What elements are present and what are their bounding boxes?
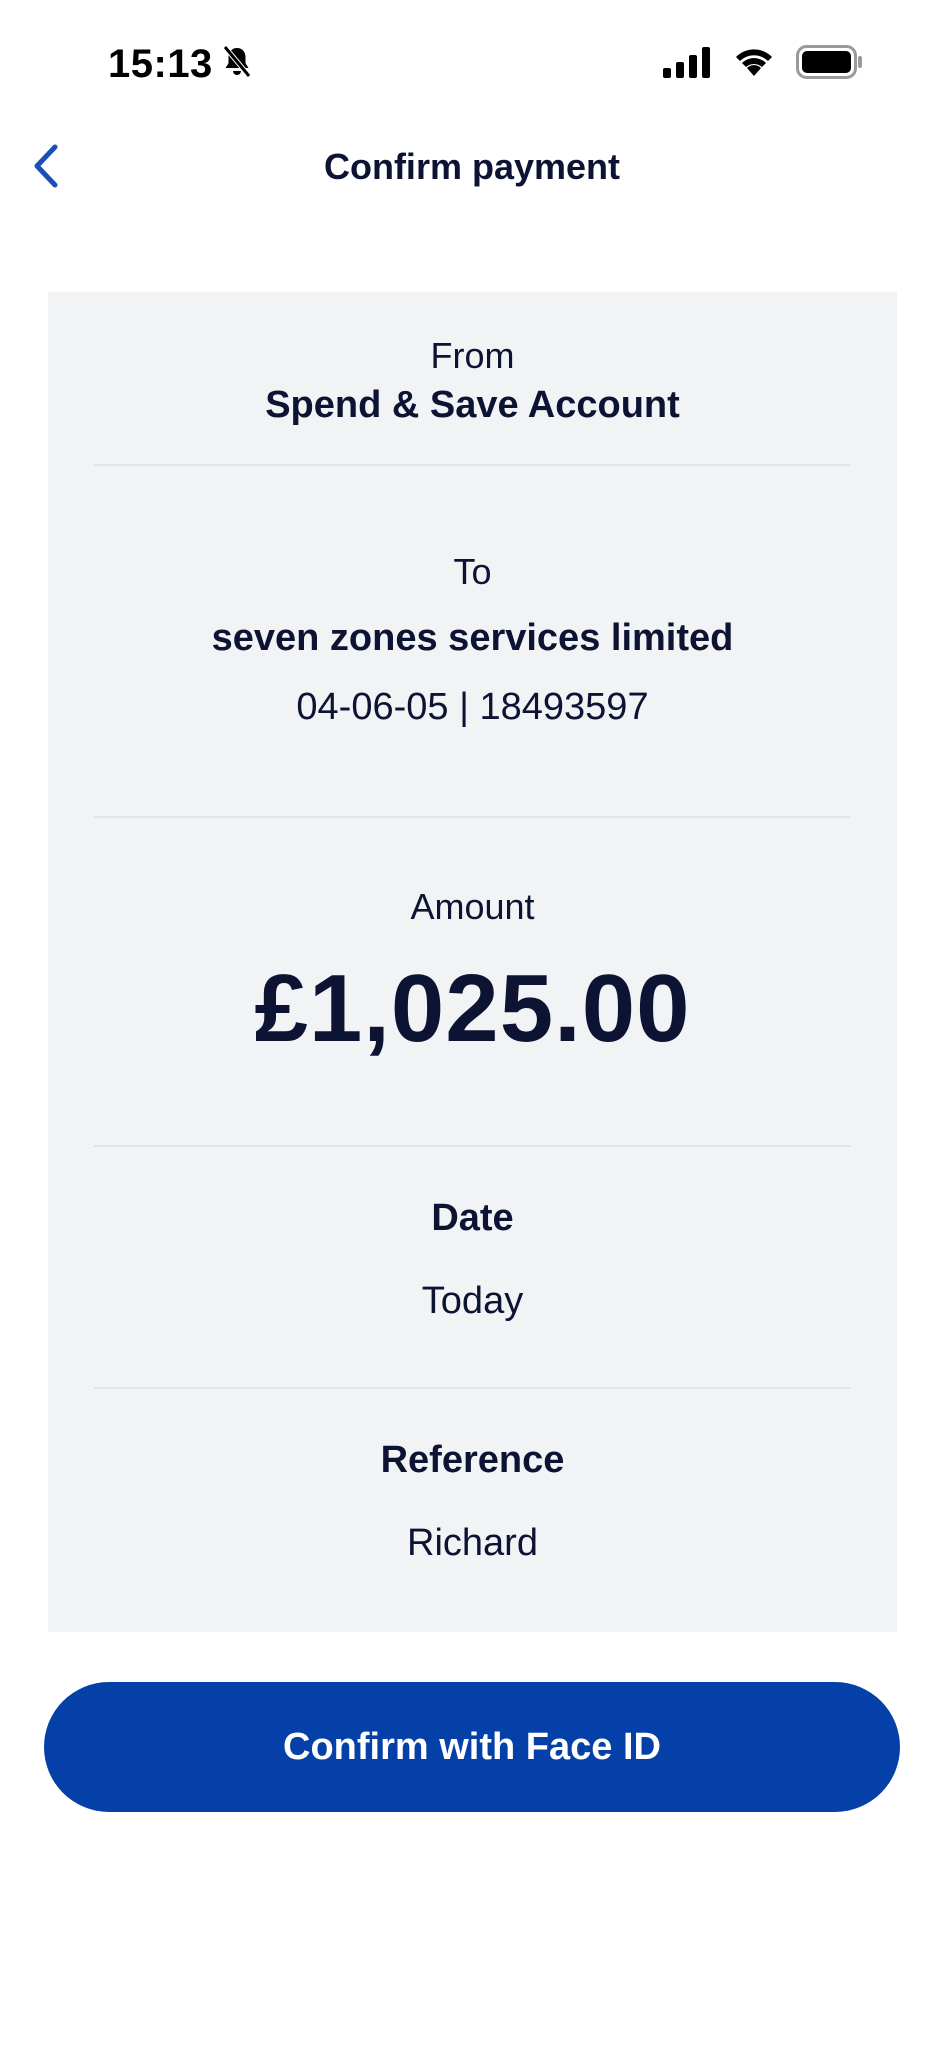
to-label: To <box>453 551 492 592</box>
confirm-button-label: Confirm with Face ID <box>283 1725 661 1768</box>
divider <box>94 816 851 818</box>
battery-icon <box>796 44 864 84</box>
amount-value: £1,025.00 <box>254 955 691 1062</box>
from-section: From Spend & Save Account <box>48 334 897 432</box>
reference-section: Reference Richard <box>48 1432 897 1572</box>
status-bar: 15:13 <box>0 0 944 130</box>
date-value: Today <box>421 1280 524 1322</box>
status-time: 15:13 <box>108 41 213 86</box>
reference-label: Reference <box>380 1439 565 1481</box>
date-section: Date Today <box>48 1190 897 1330</box>
payment-summary-card: From Spend & Save Account To seven zones… <box>48 292 897 1632</box>
status-icons <box>662 44 864 84</box>
amount-label: Amount <box>410 886 535 927</box>
page-title: Confirm payment <box>323 146 621 187</box>
to-section: To seven zones services limited 04-06-05… <box>48 546 897 740</box>
divider <box>94 1145 851 1147</box>
divider <box>94 464 851 466</box>
divider <box>94 1387 851 1389</box>
payee-name: seven zones services limited <box>211 617 734 659</box>
nav-header: Confirm payment <box>0 130 944 210</box>
payee-details: 04-06-05 | 18493597 <box>296 686 649 728</box>
confirm-face-id-button[interactable]: Confirm with Face ID <box>44 1682 900 1812</box>
wifi-icon <box>732 46 776 83</box>
status-time-group: 15:13 <box>108 38 253 90</box>
from-label: From <box>430 335 515 376</box>
cellular-signal-icon <box>662 46 712 83</box>
date-label: Date <box>431 1197 514 1239</box>
reference-value: Richard <box>407 1522 538 1564</box>
bell-slash-icon <box>221 44 253 84</box>
amount-section: Amount £1,025.00 <box>48 880 897 1074</box>
from-account: Spend & Save Account <box>265 384 680 426</box>
